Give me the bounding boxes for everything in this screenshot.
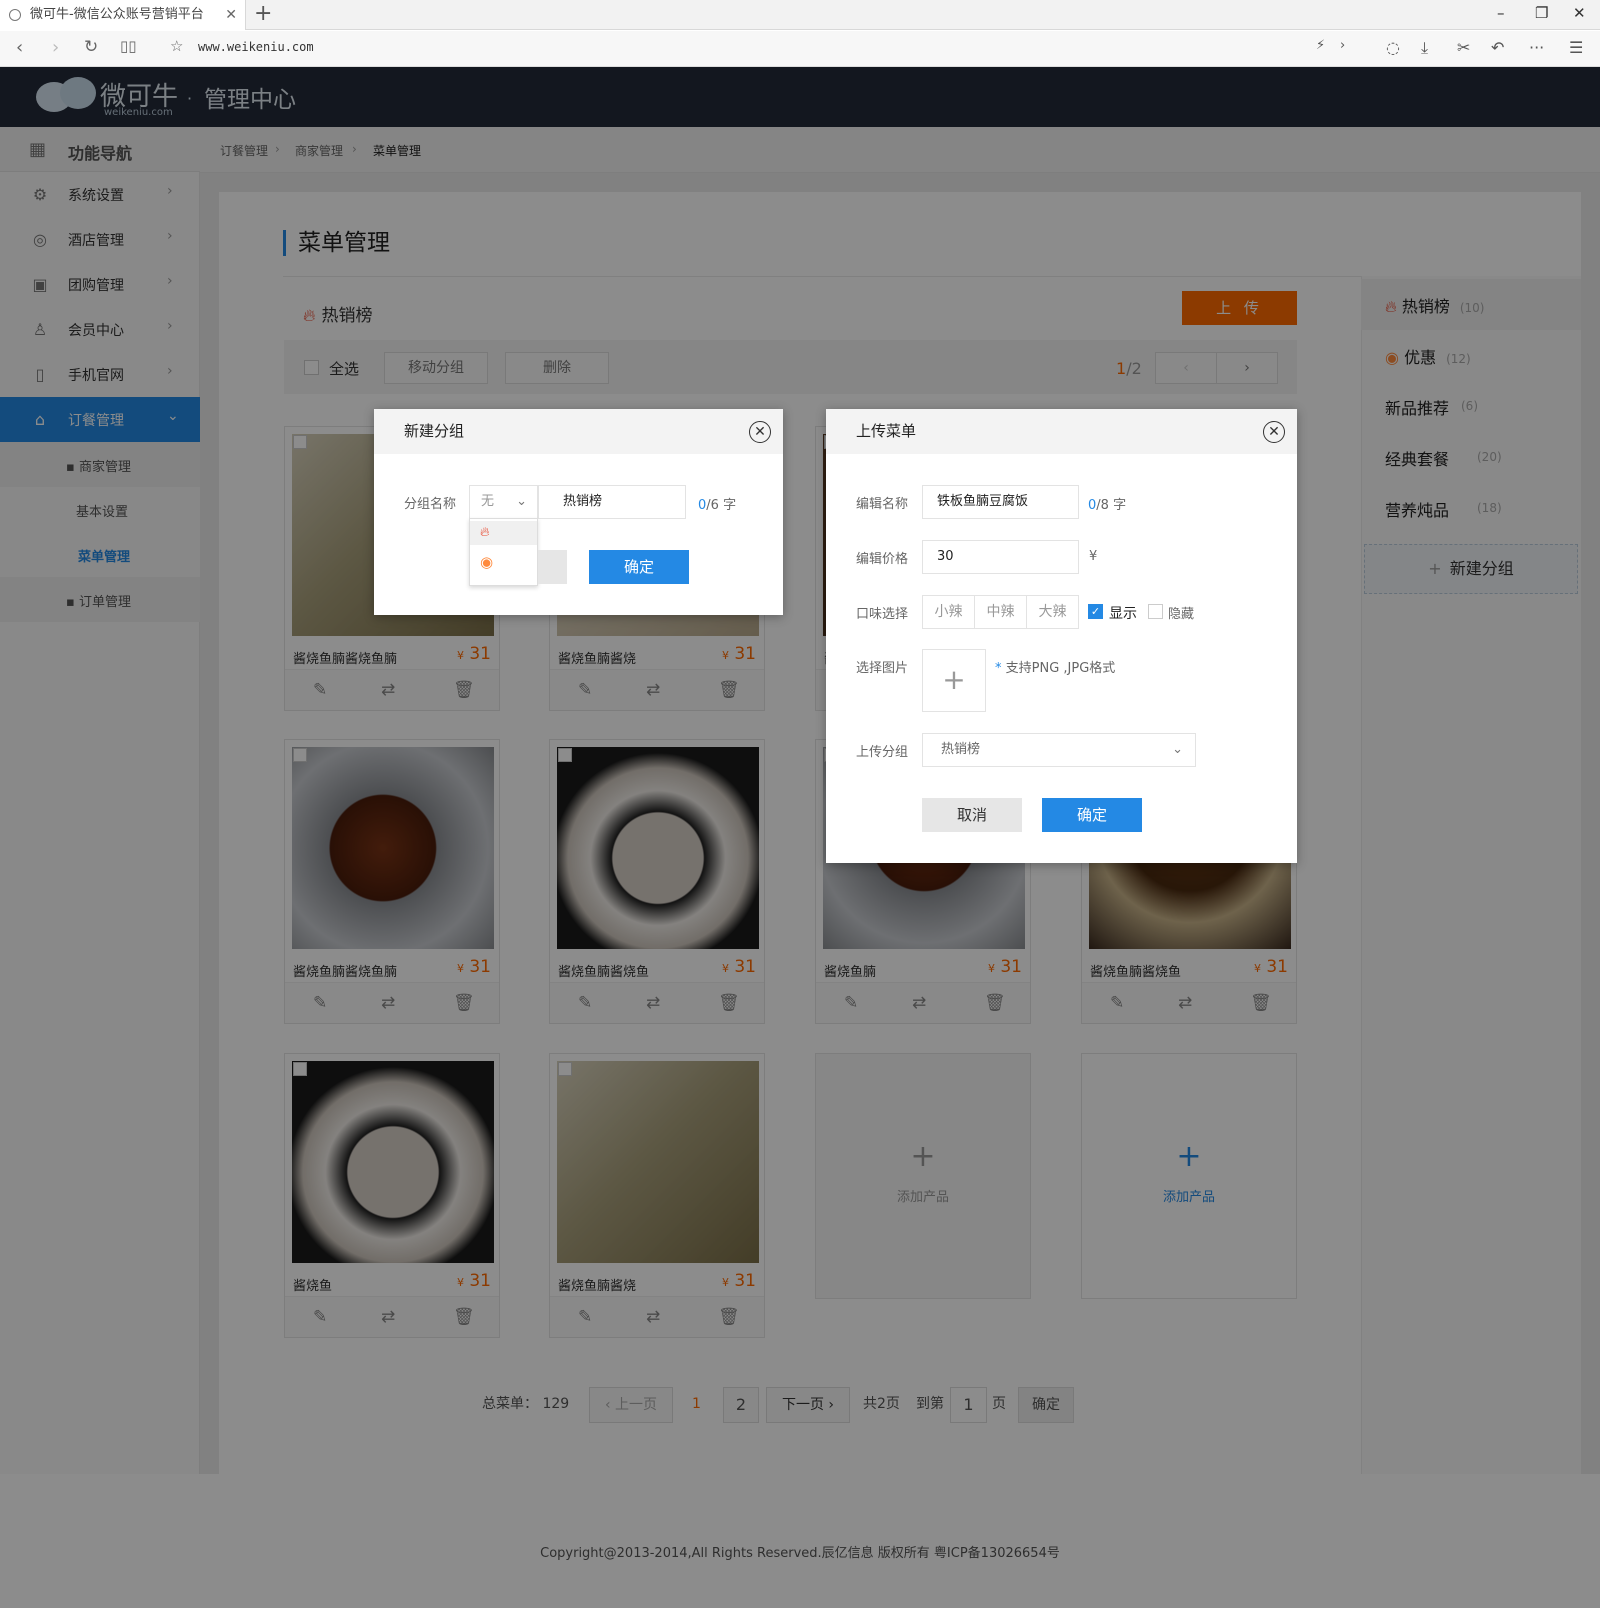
dialog-title: 新建分组 <box>374 409 783 454</box>
browser-tab[interactable]: 微可牛-微信公众账号营销平台 ✕ <box>0 0 246 30</box>
new-tab-button[interactable]: + <box>254 0 272 28</box>
group-select[interactable]: 无 ⌄ <box>469 485 538 519</box>
chat-icon[interactable]: ◌ <box>1386 38 1400 57</box>
cancel-button[interactable]: 取消 <box>922 798 1022 832</box>
upload-menu-dialog: 上传菜单 ✕ 编辑名称 铁板鱼腩豆腐饭 0/8 字 编辑价格 30 ¥ 口味选择… <box>826 409 1297 863</box>
upload-group-select[interactable]: 热销榜 ⌄ <box>922 733 1196 767</box>
globe-icon <box>9 9 21 21</box>
close-icon[interactable]: ✕ <box>1263 421 1285 443</box>
chevron-down-icon: ⌄ <box>516 494 527 509</box>
url-text[interactable]: www.weikeniu.com <box>198 40 314 54</box>
modal-overlay[interactable] <box>0 67 1600 1608</box>
group-confirm-button[interactable]: 确定 <box>589 550 689 584</box>
undo-icon[interactable]: ↶ <box>1491 38 1504 57</box>
download-icon[interactable]: ⤓ <box>1421 38 1428 58</box>
image-hint: * 支持PNG ,JPG格式 <box>995 661 1116 676</box>
restore-icon[interactable]: ❐ <box>1535 4 1548 22</box>
minimize-icon[interactable]: – <box>1497 4 1505 22</box>
dish-name-input[interactable]: 铁板鱼腩豆腐饭 <box>922 485 1079 519</box>
reader-icon[interactable]: ▯▯ <box>120 37 137 55</box>
discount-icon[interactable]: ◉ <box>480 553 493 571</box>
close-icon[interactable]: ✕ <box>749 421 771 443</box>
dish-name-counter: 0/8 字 <box>1088 498 1127 513</box>
forward-icon[interactable]: › <box>52 37 59 58</box>
dish-price-input[interactable]: 30 <box>922 540 1079 574</box>
hide-checkbox[interactable] <box>1148 604 1163 619</box>
tab-title: 微可牛-微信公众账号营销平台 <box>30 7 204 22</box>
tab-close-icon[interactable]: ✕ <box>225 0 237 30</box>
reload-icon[interactable]: ↻ <box>84 37 98 57</box>
taste-mild-button[interactable]: 小辣 <box>922 595 975 629</box>
chevron-right-icon[interactable]: › <box>1340 38 1345 53</box>
group-name-input[interactable]: 热销榜 <box>538 485 686 519</box>
menu-icon[interactable]: ☰ <box>1569 38 1583 57</box>
group-name-counter: 0/6 字 <box>698 498 737 513</box>
back-icon[interactable]: ‹ <box>16 37 23 58</box>
show-checkbox[interactable]: ✓ <box>1088 604 1103 619</box>
fire-icon[interactable]: 🔥︎ <box>470 521 537 545</box>
new-group-dialog: 新建分组 ✕ 分组名称 无 ⌄ 热销榜 0/6 字 🔥︎ ◉ 确定 <box>374 409 783 615</box>
address-bar: ‹ › ↻ ▯▯ ☆ www.weikeniu.com ⚡ › ◌ ⤓ ✂ ↶ … <box>0 31 1600 67</box>
taste-medium-button[interactable]: 中辣 <box>974 595 1027 629</box>
chevron-down-icon: ⌄ <box>1172 742 1183 757</box>
scissors-icon[interactable]: ✂ <box>1457 38 1470 57</box>
taste-hot-button[interactable]: 大辣 <box>1026 595 1079 629</box>
flash-icon[interactable]: ⚡ <box>1316 38 1325 53</box>
icon-dropdown: 🔥︎ ◉ <box>469 518 538 586</box>
star-icon[interactable]: ☆ <box>170 37 183 55</box>
browser-tab-bar: 微可牛-微信公众账号营销平台 ✕ + – ❐ ✕ <box>0 0 1600 30</box>
image-upload-box[interactable]: + <box>922 649 986 712</box>
close-window-icon[interactable]: ✕ <box>1573 4 1586 22</box>
dialog-title: 上传菜单 <box>826 409 1297 454</box>
upload-confirm-button[interactable]: 确定 <box>1042 798 1142 832</box>
more-icon[interactable]: ··· <box>1529 38 1544 57</box>
